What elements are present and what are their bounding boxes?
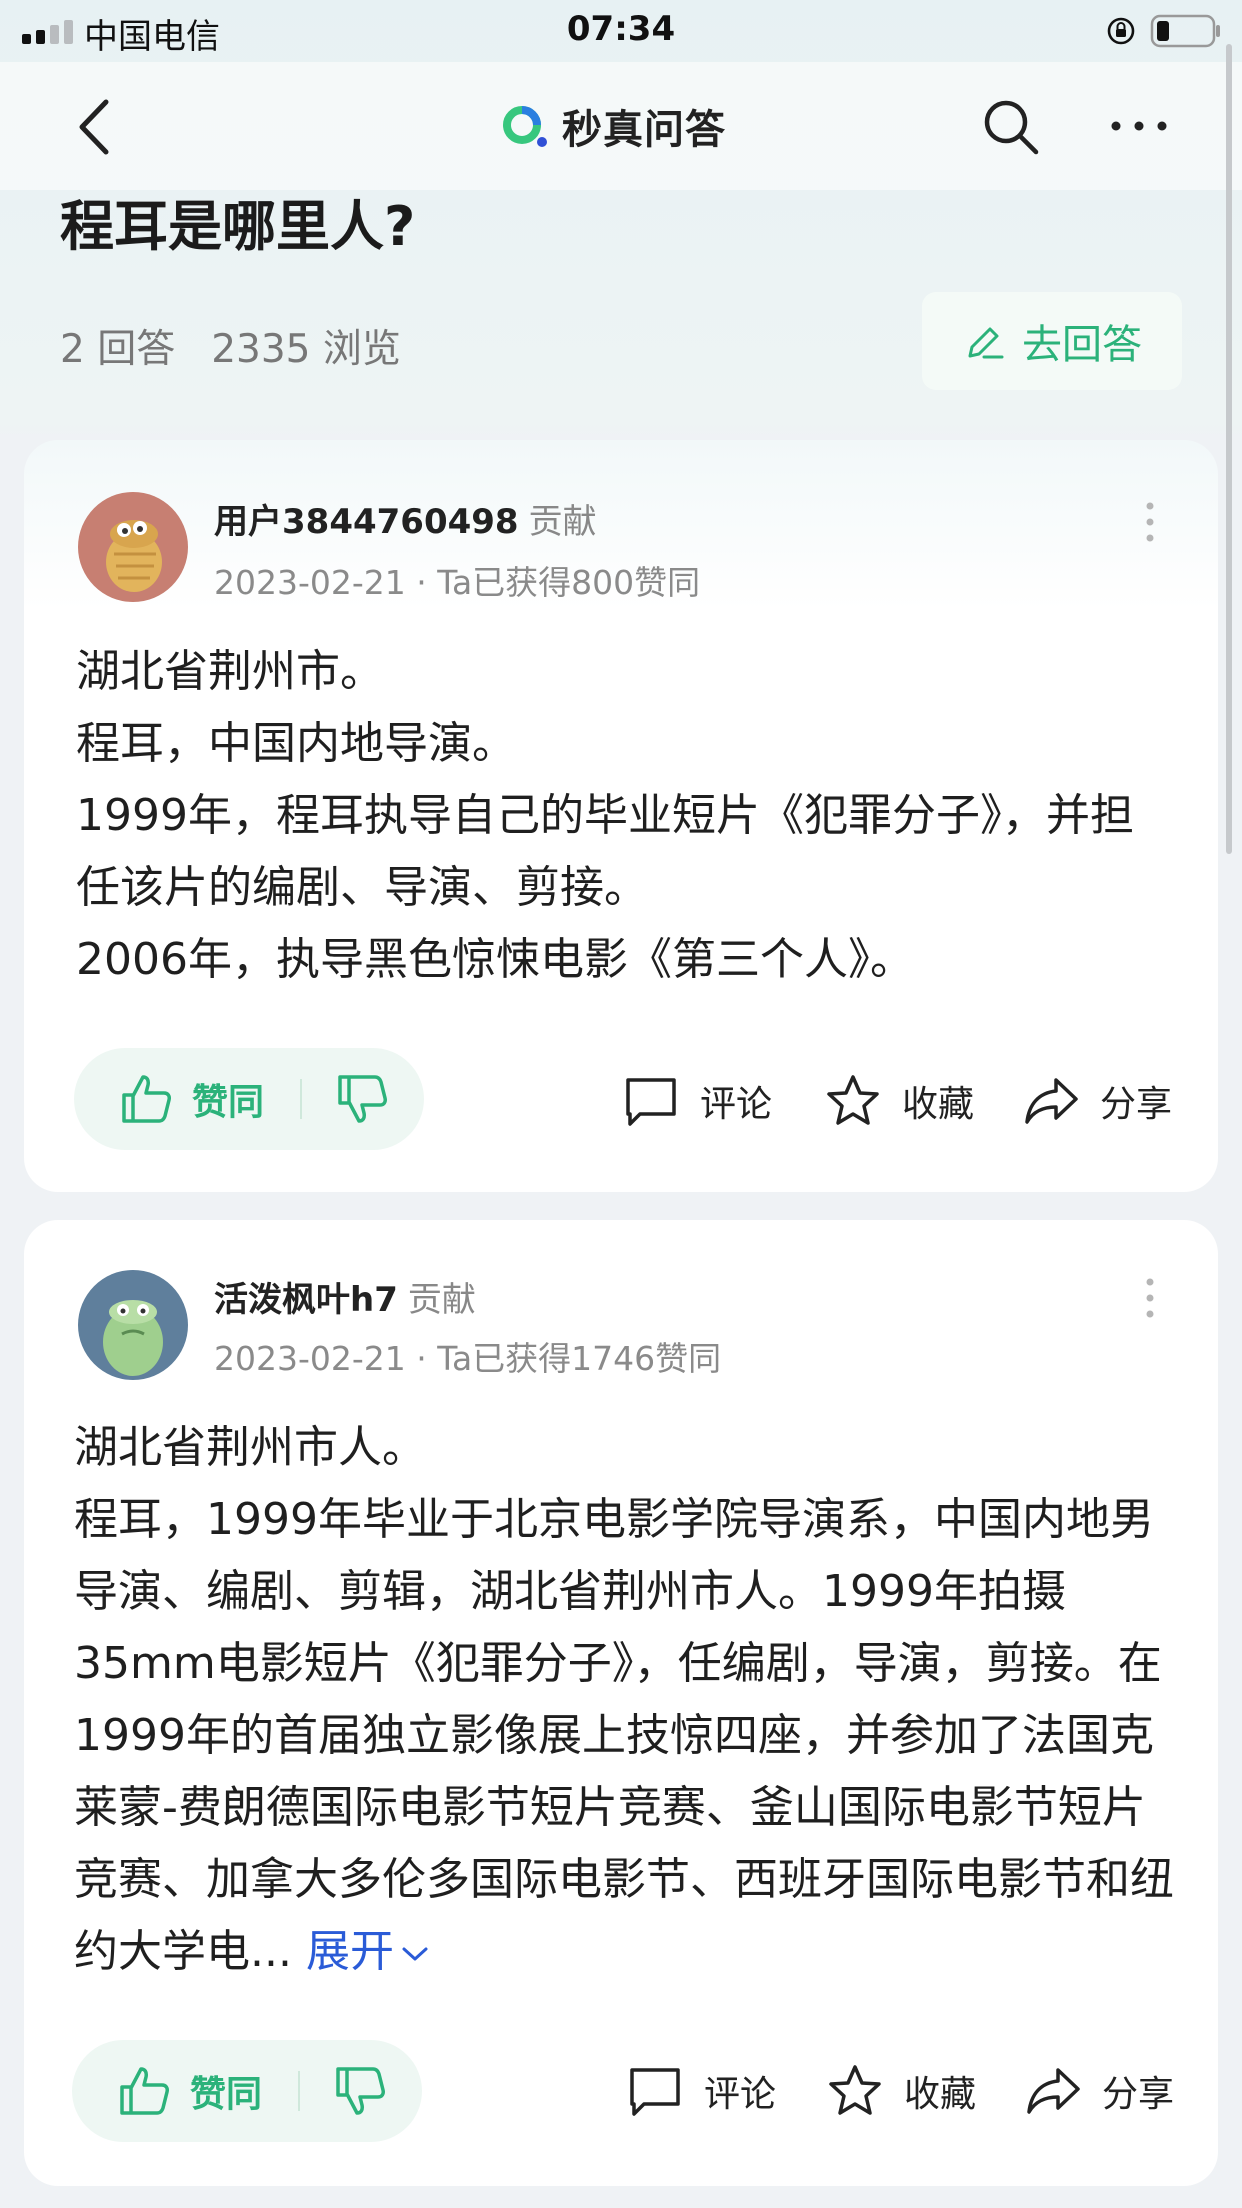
vote-pill: 赞同 — [72, 2040, 422, 2142]
brand: 秒真问答 — [500, 96, 726, 156]
pen-icon — [968, 327, 1004, 359]
avatar[interactable] — [78, 492, 188, 602]
back-icon[interactable] — [70, 92, 120, 162]
downvote-button[interactable] — [302, 1048, 422, 1150]
favorite-button[interactable]: 收藏 — [824, 1072, 974, 1130]
brand-logo-icon — [503, 106, 547, 147]
views-count: 2335 浏览 — [211, 327, 401, 372]
answer-text: 湖北省荆州市。 程耳，中国内地导演。 1999年，程耳执导自己的毕业短片《犯罪分… — [76, 636, 1176, 996]
share-label: 分享 — [1100, 1084, 1173, 1125]
author-line: 用户3844760498 贡献 — [214, 494, 597, 543]
chevron-down-icon — [402, 1947, 428, 1961]
comment-label: 评论 — [700, 1084, 773, 1125]
upvote-label: 赞同 — [192, 1082, 265, 1123]
share-button[interactable]: 分享 — [1022, 1072, 1172, 1130]
search-icon[interactable] — [980, 96, 1042, 158]
answer-paragraph: 湖北省荆州市人。 — [74, 1422, 426, 1473]
nav-bar: 秒真问答 — [0, 62, 1242, 190]
share-button[interactable]: 分享 — [1024, 2062, 1174, 2120]
thumbs-up-icon — [122, 1075, 171, 1123]
page: 中国电信 07:34 程耳是哪里人? 2 回答 2335 浏览 去回答 秒真问答… — [0, 0, 1242, 2208]
upvote-label: 赞同 — [190, 2074, 263, 2115]
favorite-label: 收藏 — [904, 2074, 977, 2115]
answer-paragraph: 湖北省荆州市。 — [76, 646, 384, 697]
status-time: 07:34 — [566, 9, 676, 49]
thumbs-down-icon — [338, 1075, 387, 1123]
share-label: 分享 — [1102, 2074, 1175, 2115]
more-icon[interactable] — [1108, 114, 1170, 138]
avatar[interactable] — [78, 1270, 188, 1380]
avatar-image — [78, 1270, 188, 1380]
card-more-icon[interactable] — [1144, 500, 1156, 544]
thumbs-down-icon — [336, 2067, 385, 2115]
comment-button[interactable]: 评论 — [622, 1072, 772, 1130]
answer-paragraph-text: 程耳，1999年毕业于北京电影学院导演系，中国内地男导演、编剧、剪辑，湖北省荆州… — [74, 1494, 1174, 1977]
go-answer-label: 去回答 — [1022, 322, 1142, 368]
favorite-button[interactable]: 收藏 — [826, 2062, 976, 2120]
go-answer-button[interactable]: 去回答 — [922, 292, 1182, 390]
author-line: 活泼枫叶h7 贡献 — [214, 1272, 476, 1321]
answer-text: 湖北省荆州市人。 程耳，1999年毕业于北京电影学院导演系，中国内地男导演、编剧… — [74, 1412, 1184, 1988]
rotation-lock-icon — [1107, 17, 1135, 45]
avatar-image — [78, 492, 188, 602]
expand-label: 展开 — [305, 1926, 394, 1977]
author-name[interactable]: 活泼枫叶h7 — [214, 1280, 398, 1320]
expand-link[interactable]: 展开 — [306, 1926, 430, 1977]
answer-meta: 2023-02-21 · Ta已获得1746赞同 — [214, 1339, 722, 1378]
star-icon — [829, 2065, 881, 2115]
share-icon — [1025, 1078, 1078, 1124]
comment-button[interactable]: 评论 — [626, 2062, 776, 2120]
thumbs-up-icon — [120, 2067, 169, 2115]
question-stats: 2 回答 2335 浏览 — [60, 318, 401, 374]
comment-label: 评论 — [704, 2074, 777, 2115]
downvote-button[interactable] — [300, 2040, 420, 2142]
answer-paragraph: 程耳，中国内地导演。 — [76, 718, 516, 769]
answer-meta: 2023-02-21 · Ta已获得800赞同 — [214, 563, 701, 602]
answer-paragraph: 2006年，执导黑色惊悚电影《第三个人》。 — [76, 934, 914, 985]
answers-count: 2 回答 — [60, 327, 176, 372]
contrib-badge: 贡献 — [407, 1280, 476, 1320]
status-bar: 中国电信 07:34 — [0, 0, 1242, 62]
answer-card: 活泼枫叶h7 贡献 2023-02-21 · Ta已获得1746赞同 湖北省荆州市… — [24, 1220, 1218, 2186]
vote-pill: 赞同 — [74, 1048, 424, 1150]
author-name[interactable]: 用户3844760498 — [214, 502, 519, 542]
answer-paragraph: 程耳，1999年毕业于北京电影学院导演系，中国内地男导演、编剧、剪辑，湖北省荆州… — [74, 1484, 1184, 1988]
comment-icon — [630, 2068, 680, 2116]
card-more-icon[interactable] — [1144, 1276, 1156, 1320]
favorite-label: 收藏 — [902, 1084, 975, 1125]
upvote-button[interactable]: 赞同 — [74, 1048, 300, 1150]
answer-paragraph: 1999年，程耳执导自己的毕业短片《犯罪分子》，并担任该片的编剧、导演、剪接。 — [76, 790, 1134, 913]
upvote-button[interactable]: 赞同 — [72, 2040, 298, 2142]
battery-icon — [1150, 14, 1220, 48]
star-icon — [827, 1075, 879, 1125]
answer-card: 用户3844760498 贡献 2023-02-21 · Ta已获得800赞同 湖… — [24, 440, 1218, 1192]
scrollbar[interactable] — [1226, 44, 1232, 854]
comment-icon — [626, 1078, 676, 1126]
share-icon — [1027, 2068, 1080, 2114]
contrib-badge: 贡献 — [528, 502, 597, 542]
brand-name: 秒真问答 — [562, 107, 726, 153]
question-title: 程耳是哪里人? — [60, 195, 416, 258]
